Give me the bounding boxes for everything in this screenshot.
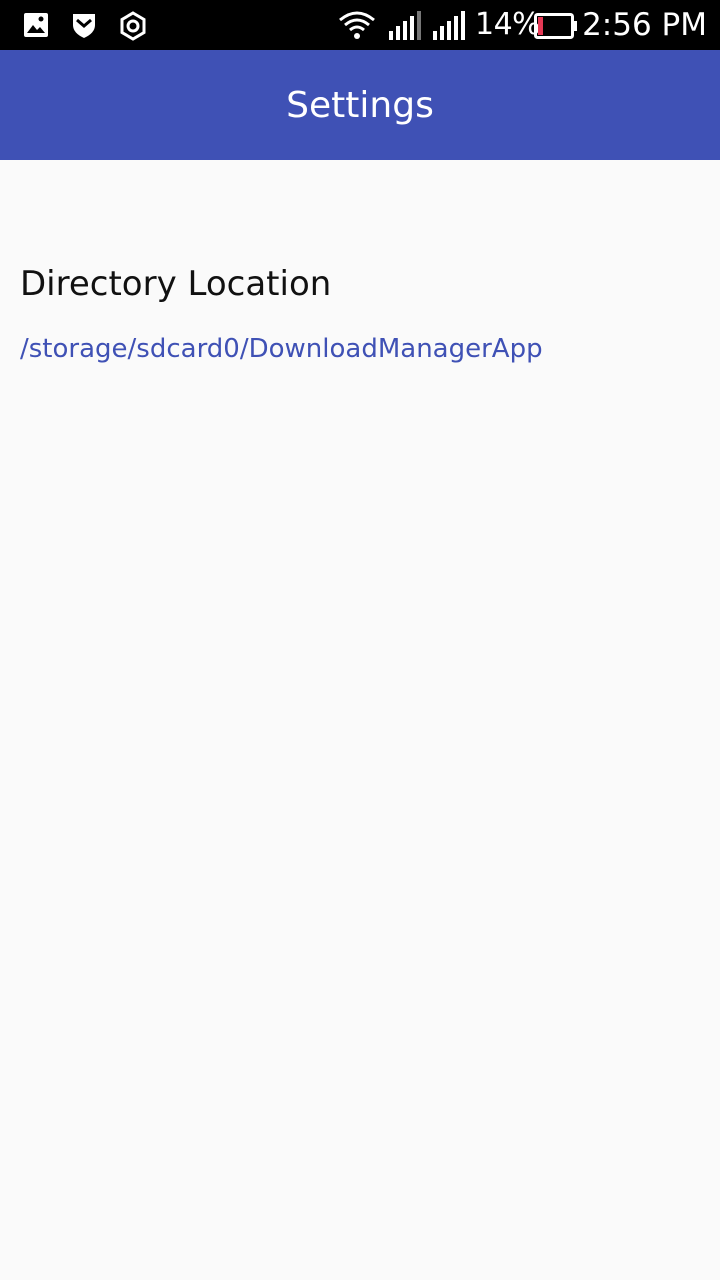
battery-low-icon (534, 13, 577, 39)
shield-icon (73, 14, 95, 38)
app-bar: Settings (0, 50, 720, 160)
preference-directory-location[interactable]: Directory Location /storage/sdcard0/Down… (0, 240, 720, 390)
image-icon (24, 13, 48, 37)
status-bar: 14% 2:56 PM (0, 0, 720, 50)
wifi-icon (339, 11, 375, 39)
preference-summary: /storage/sdcard0/DownloadManagerApp (20, 334, 543, 364)
clock: 2:56 PM (582, 7, 707, 43)
signal-icon (389, 11, 421, 40)
preference-title: Directory Location (20, 264, 332, 304)
signal-icon (433, 11, 465, 40)
battery-percent: 14% (475, 7, 541, 42)
page-title: Settings (286, 85, 434, 126)
settings-hex-icon (120, 11, 146, 41)
